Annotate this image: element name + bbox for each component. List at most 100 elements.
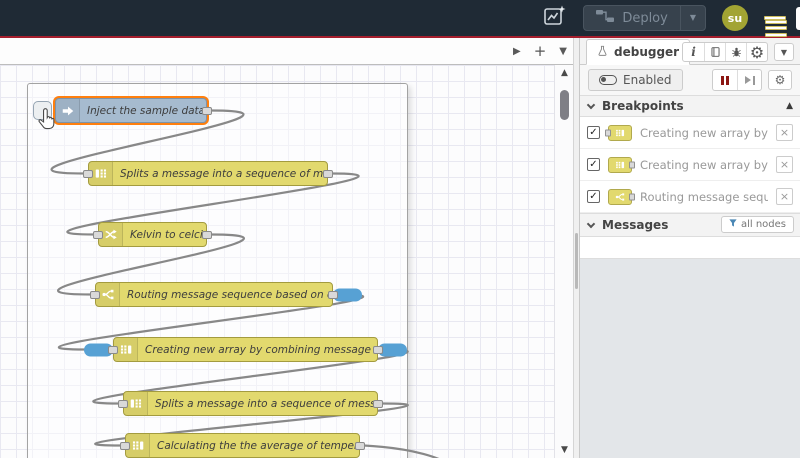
port-nub [629, 161, 635, 168]
input-port[interactable] [120, 441, 130, 450]
messages-panel-background [580, 259, 800, 458]
flask-icon [597, 45, 608, 60]
node-label: Creating new array by combining message … [145, 343, 377, 356]
step-next-button[interactable] [737, 70, 761, 90]
node-change[interactable]: Kelvin to celcius [93, 222, 212, 247]
breakpoint-checkbox[interactable]: ✓ [587, 126, 600, 139]
node-label: Inject the sample data [87, 104, 206, 117]
breakpoint-label: Creating new array by combining message … [640, 125, 768, 140]
step-next-icon [744, 76, 751, 84]
node-join-1[interactable]: Creating new array by combining message … [84, 337, 407, 362]
output-port[interactable] [323, 169, 333, 178]
gear-icon: ⚙ [774, 73, 786, 87]
avatar[interactable]: su [722, 5, 748, 31]
breakpoint-row[interactable]: ✓ Creating new array by combining messag… [580, 149, 800, 181]
hand-cursor-icon [36, 108, 56, 134]
partial-button [796, 7, 800, 30]
switch-node-icon [608, 188, 635, 205]
output-port[interactable] [202, 230, 212, 239]
chevron-down-icon [586, 219, 596, 228]
info-tab-button[interactable]: i [683, 43, 704, 61]
breakpoint-row[interactable]: ✓ Routing message sequence based on cond… [580, 181, 800, 213]
node-join-2[interactable]: Calculating the the average of temperatu… [120, 433, 365, 458]
input-port[interactable] [83, 169, 93, 178]
flow-canvas[interactable]: Inject the sample data Splits a message … [0, 65, 573, 458]
flow-list-caret-icon[interactable]: ▼ [559, 46, 567, 57]
node-label: Calculating the the average of temperatu… [157, 439, 359, 452]
tab-scroll-right-icon[interactable]: ▶ [513, 46, 521, 57]
debugger-enabled-toggle[interactable]: Enabled [588, 69, 683, 91]
add-flow-button[interactable]: + [534, 42, 547, 60]
scroll-top-icon[interactable]: ▲ [786, 101, 793, 111]
input-port[interactable] [90, 290, 100, 299]
node-split-1[interactable]: Splits a message into a sequence of mess… [83, 161, 333, 186]
bug-icon [731, 43, 742, 61]
port-nub [605, 129, 611, 136]
inject-arrow-icon [56, 99, 80, 122]
output-port[interactable] [328, 290, 338, 299]
close-icon[interactable]: × [776, 124, 793, 141]
gear-icon: ⚙ [749, 42, 765, 62]
port-nub [629, 193, 635, 200]
flow-preview-button[interactable] [542, 4, 567, 32]
panel-resize-handle[interactable] [573, 38, 580, 458]
pause-icon [721, 75, 724, 85]
sidebar: debugger i ⚙ ▼ Enabled ⚙ Breakpoints ▲ ✓… [580, 38, 800, 458]
tab-debugger[interactable]: debugger [586, 39, 691, 65]
pause-button[interactable] [713, 70, 737, 90]
input-port[interactable] [108, 345, 118, 354]
section-title: Messages [602, 218, 669, 232]
node-label: Splits a message into a sequence of mess… [155, 397, 377, 410]
filter-label: all nodes [740, 219, 786, 230]
sidebar-tabs-caret-icon[interactable]: ▼ [774, 43, 794, 61]
deploy-caret-icon[interactable]: ▼ [679, 5, 705, 31]
output-port[interactable] [202, 106, 212, 115]
join-node-icon [605, 124, 632, 141]
deploy-nodes-icon [596, 10, 615, 26]
close-icon[interactable]: × [776, 156, 793, 173]
section-title: Breakpoints [602, 99, 684, 113]
enabled-label: Enabled [623, 73, 672, 87]
output-port[interactable] [373, 345, 383, 354]
breakpoint-label: Creating new array by combining message … [640, 157, 768, 172]
messages-list [580, 237, 800, 259]
join-node-icon [608, 156, 635, 173]
input-port[interactable] [93, 230, 103, 239]
node-split-2[interactable]: Splits a message into a sequence of mess… [118, 391, 383, 416]
node-switch[interactable]: Routing message sequence based on condit… [90, 282, 362, 307]
node-inject[interactable]: Inject the sample data [33, 98, 212, 123]
chevron-down-icon [586, 100, 596, 109]
debugger-toolbar: Enabled ⚙ [580, 65, 800, 95]
close-icon[interactable]: × [776, 188, 793, 205]
help-tab-button[interactable] [704, 43, 725, 61]
breakpoint-row[interactable]: ✓ Creating new array by combining messag… [580, 117, 800, 149]
menu-icon [764, 16, 787, 37]
scrollbar-thumb[interactable] [560, 90, 569, 120]
filter-icon [729, 219, 737, 230]
toggle-icon [599, 75, 617, 85]
menu-button[interactable] [764, 14, 787, 37]
node-label: Splits a message into a sequence of mess… [120, 167, 327, 180]
sidebar-tab-bar: debugger i ⚙ ▼ [580, 38, 800, 65]
breakpoint-checkbox[interactable]: ✓ [587, 158, 600, 171]
scroll-down-icon[interactable]: ▼ [555, 445, 573, 455]
node-label: Kelvin to celcius [130, 228, 206, 241]
breakpoints-section-header[interactable]: Breakpoints ▲ [580, 95, 800, 117]
flow-tab-bar: ▶ + ▼ [0, 38, 573, 65]
deploy-button[interactable]: Deploy ▼ [583, 5, 706, 31]
output-port[interactable] [355, 441, 365, 450]
scroll-up-icon[interactable]: ▲ [555, 68, 573, 78]
info-icon: i [691, 45, 696, 59]
debug-tab-button[interactable] [725, 43, 746, 61]
breakpoint-label: Routing message sequence based on condit… [640, 189, 768, 204]
breakpoint-checkbox[interactable]: ✓ [587, 190, 600, 203]
canvas-scrollbar[interactable]: ▲ ▼ [554, 65, 573, 458]
output-port[interactable] [373, 399, 383, 408]
deploy-label: Deploy [622, 10, 668, 26]
debugger-settings-button[interactable]: ⚙ [768, 70, 792, 90]
messages-section-header[interactable]: Messages all nodes [580, 213, 800, 237]
input-port[interactable] [118, 399, 128, 408]
messages-filter-button[interactable]: all nodes [720, 216, 794, 233]
flow-preview-icon [542, 4, 567, 32]
config-tab-button[interactable]: ⚙ [746, 43, 767, 61]
